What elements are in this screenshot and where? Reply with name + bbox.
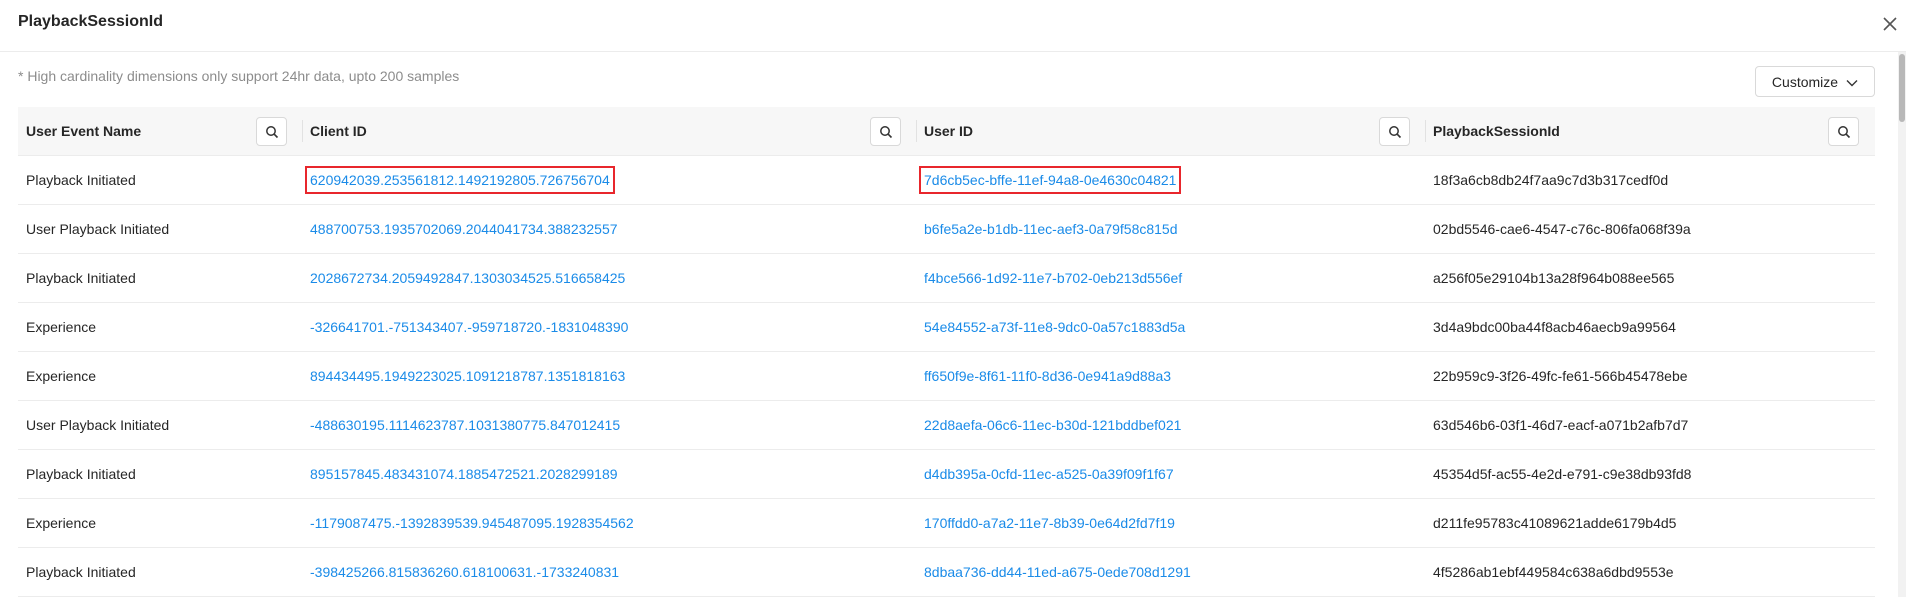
table-row: User Playback Initiated 488700753.193570… (18, 205, 1875, 254)
client-id-link[interactable]: 488700753.1935702069.2044041734.38823255… (310, 221, 618, 237)
client-id-link[interactable]: -398425266.815836260.618100631.-17332408… (310, 564, 619, 580)
table-row: User Playback Initiated -488630195.11146… (18, 401, 1875, 450)
event-name-cell: Playback Initiated (26, 466, 136, 482)
table-row: Playback Initiated 895157845.483431074.1… (18, 450, 1875, 499)
session-id-cell: 02bd5546-cae6-4547-c76c-806fa068f39a (1433, 221, 1691, 237)
search-icon[interactable] (1828, 117, 1859, 146)
client-id-link[interactable]: 894434495.1949223025.1091218787.13518181… (310, 368, 625, 384)
user-id-link[interactable]: 22d8aefa-06c6-11ec-b30d-121bddbef021 (924, 417, 1181, 433)
client-id-link[interactable]: 2028672734.2059492847.1303034525.5166584… (310, 270, 625, 286)
search-icon[interactable] (256, 117, 287, 146)
data-table: User Event Name Client ID User ID Playba… (18, 107, 1875, 597)
column-header-label: PlaybackSessionId (1433, 123, 1560, 139)
event-name-cell: Experience (26, 319, 97, 335)
column-header-label: User ID (924, 123, 974, 139)
event-name-cell: User Playback Initiated (26, 417, 170, 433)
user-id-link[interactable]: 7d6cb5ec-bffe-11ef-94a8-0e4630c04821 (918, 166, 1182, 194)
client-id-link[interactable]: -1179087475.-1392839539.945487095.192835… (310, 515, 634, 531)
column-header-user-event-name: User Event Name (18, 107, 302, 155)
event-name-cell: Experience (26, 368, 97, 384)
table-header: User Event Name Client ID User ID Playba… (18, 107, 1875, 156)
user-id-link[interactable]: 170ffdd0-a7a2-11e7-8b39-0e64d2fd7f19 (924, 515, 1175, 531)
dialog: PlaybackSessionId * High cardinality dim… (0, 0, 1906, 597)
session-id-cell: 45354d5f-ac55-4e2d-e791-c9e38db93fd8 (1433, 466, 1692, 482)
customize-button[interactable]: Customize (1755, 66, 1875, 97)
session-id-cell: 22b959c9-3f26-49fc-fe61-566b45478ebe (1433, 368, 1688, 384)
column-header-playback-session-id: PlaybackSessionId (1425, 107, 1875, 155)
scrollbar-thumb[interactable] (1899, 54, 1905, 122)
column-header-client-id: Client ID (302, 107, 916, 155)
client-id-link[interactable]: 620942039.253561812.1492192805.726756704 (305, 166, 615, 194)
client-id-link[interactable]: -488630195.1114623787.1031380775.8470124… (310, 417, 620, 433)
user-id-link[interactable]: 54e84552-a73f-11e8-9dc0-0a57c1883d5a (924, 319, 1185, 335)
close-icon[interactable] (1880, 14, 1900, 34)
client-id-link[interactable]: 895157845.483431074.1885472521.202829918… (310, 466, 618, 482)
column-header-user-id: User ID (916, 107, 1425, 155)
user-id-link[interactable]: b6fe5a2e-b1db-11ec-aef3-0a79f58c815d (924, 221, 1178, 237)
event-name-cell: Playback Initiated (26, 270, 136, 286)
session-id-cell: 3d4a9bdc00ba44f8acb46aecb9a99564 (1433, 319, 1676, 335)
table-row: Playback Initiated -398425266.815836260.… (18, 548, 1875, 597)
chevron-down-icon (1846, 74, 1858, 90)
session-id-cell: 4f5286ab1ebf449584c638a6dbd9553e (1433, 564, 1674, 580)
session-id-cell: 63d546b6-03f1-46d7-eacf-a071b2afb7d7 (1433, 417, 1689, 433)
event-name-cell: Playback Initiated (26, 564, 136, 580)
table-row: Experience 894434495.1949223025.10912187… (18, 352, 1875, 401)
client-id-link[interactable]: -326641701.-751343407.-959718720.-183104… (310, 319, 628, 335)
search-icon[interactable] (870, 117, 901, 146)
user-id-link[interactable]: ff650f9e-8f61-11f0-8d36-0e941a9d88a3 (924, 368, 1171, 384)
column-header-label: Client ID (310, 123, 367, 139)
table-row: Experience -1179087475.-1392839539.94548… (18, 499, 1875, 548)
user-id-link[interactable]: 8dbaa736-dd44-11ed-a675-0ede708d1291 (924, 564, 1191, 580)
user-id-link[interactable]: d4db395a-0cfd-11ec-a525-0a39f09f1f67 (924, 466, 1174, 482)
customize-label: Customize (1771, 73, 1839, 90)
table-row: Playback Initiated 2028672734.2059492847… (18, 254, 1875, 303)
user-id-link[interactable]: f4bce566-1d92-11e7-b702-0eb213d556ef (924, 270, 1182, 286)
event-name-cell: User Playback Initiated (26, 221, 170, 237)
table-row: Playback Initiated 620942039.253561812.1… (18, 156, 1875, 205)
session-id-cell: d211fe95783c41089621adde6179b4d5 (1433, 515, 1677, 531)
search-icon[interactable] (1379, 117, 1410, 146)
cardinality-note: * High cardinality dimensions only suppo… (18, 68, 460, 84)
session-id-cell: 18f3a6cb8db24f7aa9c7d3b317cedf0d (1433, 172, 1669, 188)
table-row: Experience -326641701.-751343407.-959718… (18, 303, 1875, 352)
event-name-cell: Experience (26, 515, 97, 531)
dialog-header: PlaybackSessionId (0, 0, 1906, 52)
dialog-title: PlaybackSessionId (18, 13, 163, 30)
scrollbar-track[interactable] (1898, 52, 1906, 597)
event-name-cell: Playback Initiated (26, 172, 136, 188)
session-id-cell: a256f05e29104b13a28f964b088ee565 (1433, 270, 1675, 286)
column-header-label: User Event Name (26, 123, 142, 139)
